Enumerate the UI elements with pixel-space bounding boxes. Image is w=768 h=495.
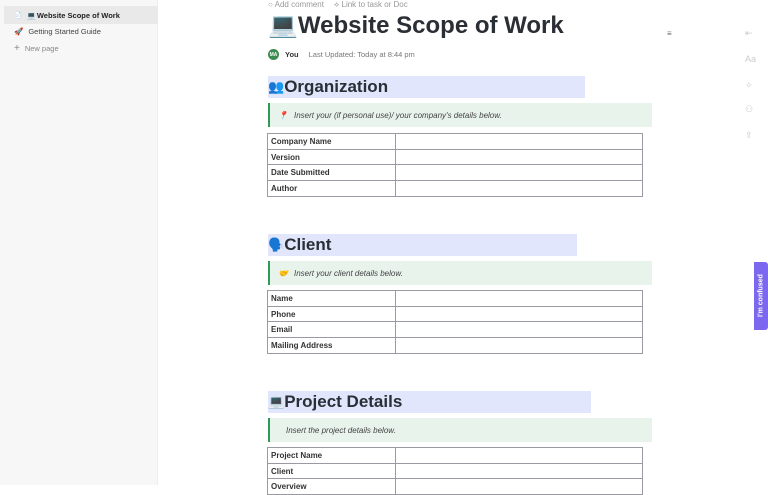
heading-text: Client	[284, 235, 332, 254]
value-cell[interactable]	[395, 290, 643, 307]
laptop-icon: 💻	[26, 10, 36, 20]
row-label: Company Name	[267, 133, 396, 150]
value-cell[interactable]	[395, 447, 643, 464]
pin-icon: 📍	[278, 110, 288, 120]
value-cell[interactable]	[395, 133, 643, 150]
sidebar-item-label: Website Scope of Work	[36, 10, 120, 20]
callout-organization: 📍 Insert your (if personal use)/ your com…	[268, 103, 652, 127]
value-cell[interactable]	[395, 180, 643, 197]
table-row: Email	[267, 321, 643, 339]
new-page-label: New page	[24, 43, 59, 53]
row-label: Author	[267, 180, 396, 197]
author: You	[285, 50, 299, 59]
value-cell[interactable]	[395, 478, 643, 495]
callout-text: Insert the project details below.	[286, 425, 396, 435]
callout-text: Insert your client details below.	[293, 268, 403, 278]
link-task-label: Link to task or Doc	[341, 0, 408, 9]
new-page-button[interactable]: + New page	[4, 39, 158, 57]
share-icon[interactable]: ⇪	[745, 130, 753, 141]
table-row: Client	[267, 462, 643, 480]
link-task-button[interactable]: ⟡ Link to task or Doc	[334, 0, 408, 10]
sidebar-item-label: Getting Started Guide	[28, 26, 101, 36]
avatar[interactable]: MA	[268, 49, 279, 60]
collapse-icon[interactable]: ⇤	[745, 28, 753, 39]
callout-project: Insert the project details below.	[268, 418, 652, 442]
table-row: Mailing Address	[267, 337, 643, 354]
page-title-text: Website Scope of Work	[297, 12, 564, 39]
row-label: Project Name	[267, 447, 396, 464]
value-cell[interactable]	[395, 321, 643, 339]
feedback-label: I'm confused	[757, 274, 765, 318]
row-label: Mailing Address	[267, 337, 396, 354]
value-cell[interactable]	[395, 164, 643, 182]
sidebar: 📄 💻 Website Scope of Work 🚀 Getting Started…	[0, 0, 158, 485]
table-row: Phone	[267, 305, 643, 323]
laptop-icon: 💻	[268, 394, 285, 409]
people-icon: 👥	[268, 79, 285, 94]
handshake-icon: 🤝	[278, 268, 288, 278]
page-title[interactable]: 💻Website Scope of Work	[268, 11, 564, 40]
value-cell[interactable]	[395, 148, 643, 166]
client-table: Name Phone Email Mailing Address	[267, 290, 643, 354]
row-label: Date Submitted	[267, 164, 396, 182]
section-heading-organization: 👥 Organization	[268, 76, 585, 98]
sidebar-item-getting-started[interactable]: 🚀 Getting Started Guide	[4, 22, 158, 40]
doc-icon: 📄	[14, 12, 22, 19]
table-row: Overview	[267, 478, 643, 495]
row-label: Email	[267, 321, 396, 339]
value-cell[interactable]	[395, 462, 643, 480]
rocket-icon: 🚀	[14, 26, 24, 36]
add-comment-button[interactable]: ○ Add comment	[268, 0, 324, 10]
row-label: Overview	[267, 478, 396, 495]
collaborators-icon[interactable]: ⚇	[745, 104, 753, 115]
table-row: Date Submitted	[267, 164, 643, 182]
row-label: Name	[267, 290, 396, 307]
feedback-button[interactable]: I'm confused	[754, 262, 768, 330]
callout-client: 🤝 Insert your client details below.	[268, 261, 652, 285]
organization-table: Company Name Version Date Submitted Auth…	[267, 133, 643, 197]
doc-meta: MA You Last Updated: Today at 8:44 pm	[268, 49, 415, 60]
add-comment-label: Add comment	[274, 0, 324, 9]
heading-text: Project Details	[284, 392, 403, 411]
speaking-head-icon: 🗣️	[268, 237, 285, 252]
table-row: Version	[267, 148, 643, 166]
table-row: Name	[267, 290, 643, 307]
section-heading-project-details: 💻 Project Details	[268, 391, 591, 413]
plus-icon: +	[14, 42, 20, 54]
table-row: Company Name	[267, 133, 643, 150]
table-row: Author	[267, 180, 643, 197]
laptop-icon: 💻	[268, 12, 298, 39]
row-label: Phone	[267, 305, 396, 323]
value-cell[interactable]	[395, 305, 643, 323]
magic-icon[interactable]: ✧	[745, 80, 753, 91]
row-label: Client	[267, 462, 396, 480]
project-table: Project Name Client Overview	[267, 447, 643, 495]
heading-text: Organization	[284, 77, 389, 96]
outline-icon[interactable]: ≡	[667, 29, 672, 38]
callout-text: Insert your (if personal use)/ your comp…	[293, 110, 502, 120]
value-cell[interactable]	[395, 337, 643, 354]
table-row: Project Name	[267, 447, 643, 464]
last-updated: Last Updated: Today at 8:44 pm	[308, 50, 415, 59]
section-heading-client: 🗣️ Client	[268, 234, 577, 256]
font-icon[interactable]: Aa	[745, 54, 756, 64]
row-label: Version	[267, 148, 396, 166]
doc-toolbar: ○ Add comment ⟡ Link to task or Doc	[268, 0, 408, 10]
